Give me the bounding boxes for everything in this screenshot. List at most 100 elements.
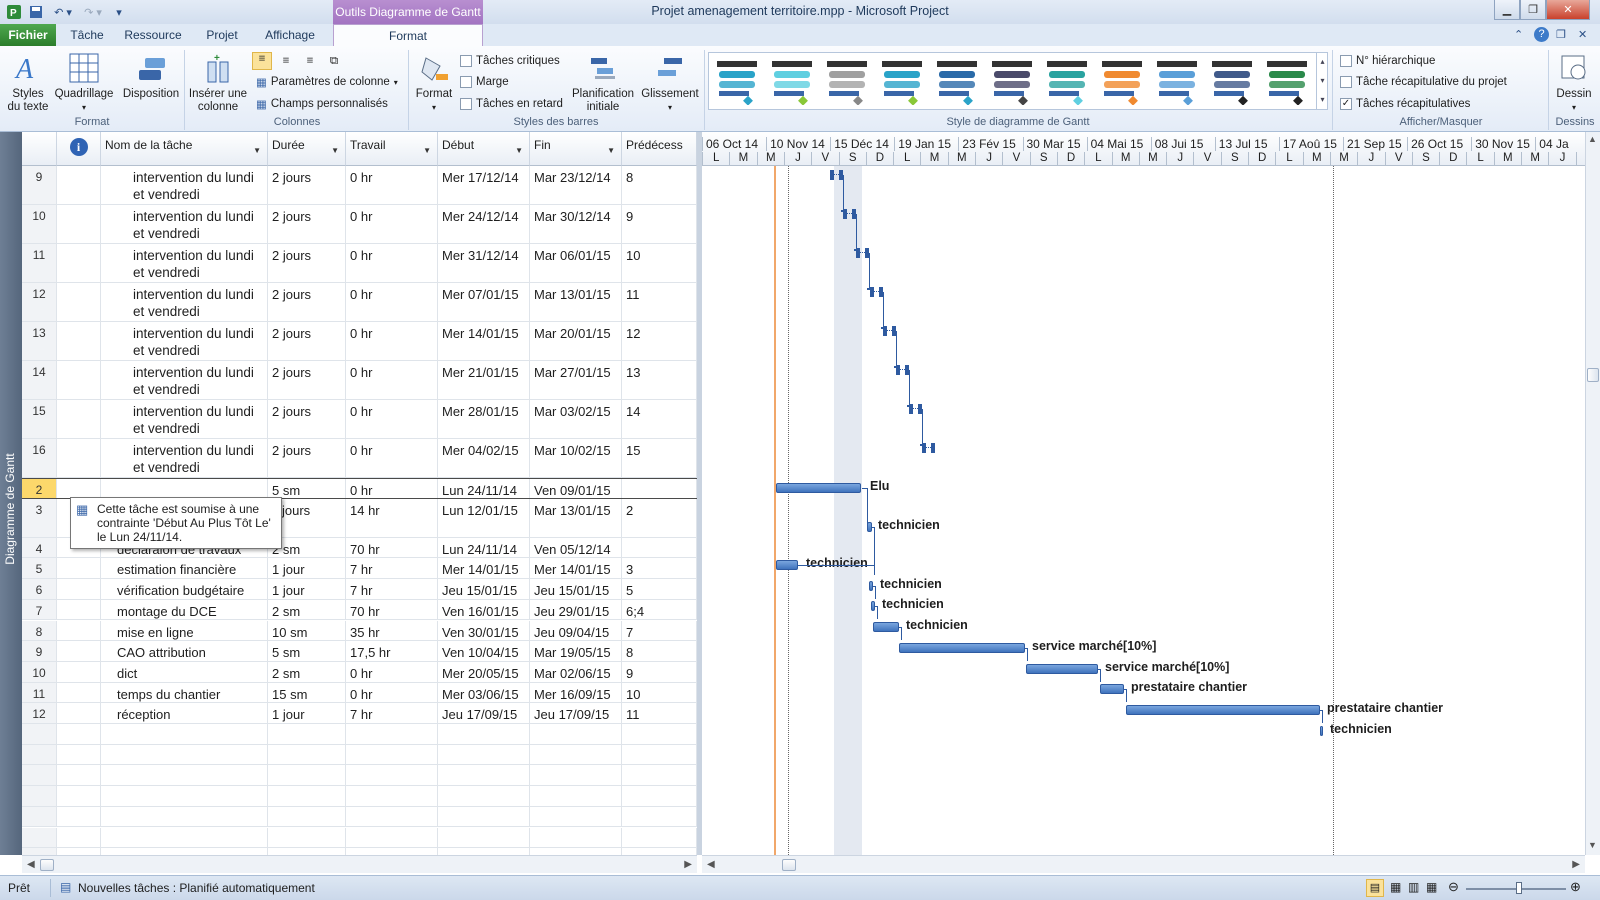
finish-cell[interactable]: Mar 10/02/15 bbox=[530, 439, 622, 477]
pred-cell[interactable]: 9 bbox=[622, 205, 697, 243]
gallery-scroll-icon[interactable]: ▴ ▾ ▾ bbox=[1316, 52, 1328, 110]
finish-cell[interactable]: Jeu 09/04/15 bbox=[530, 620, 622, 641]
table-row[interactable]: 12 intervention du lundi et vendredi 2 jou… bbox=[22, 283, 697, 322]
duration-cell[interactable]: 2 jours bbox=[268, 322, 346, 360]
start-cell[interactable]: Mer 03/06/15 bbox=[438, 682, 530, 703]
id-cell[interactable]: 5 bbox=[22, 558, 57, 579]
work-cell[interactable]: 14 hr bbox=[346, 498, 438, 537]
close-window-icon[interactable]: ✕ bbox=[1578, 28, 1587, 41]
empty-cell[interactable] bbox=[57, 848, 101, 855]
empty-cell[interactable] bbox=[101, 724, 268, 744]
outline-number-checkbox[interactable]: N° hiérarchique bbox=[1340, 52, 1435, 70]
task-bar[interactable] bbox=[899, 642, 1025, 653]
vertical-scrollbar[interactable]: ▲ ▼ bbox=[1585, 132, 1600, 855]
pred-cell[interactable]: 5 bbox=[622, 579, 697, 599]
duration-cell[interactable]: 2 sm bbox=[268, 599, 346, 620]
undo-icon[interactable]: ↶ ▾ bbox=[50, 3, 76, 21]
collapse-ribbon-icon[interactable]: ⌃ bbox=[1514, 28, 1523, 41]
table-row[interactable]: 14 intervention du lundi et vendredi 2 jou… bbox=[22, 361, 697, 400]
wrap-text-icon[interactable]: ⧉ bbox=[324, 55, 344, 68]
empty-cell[interactable] bbox=[622, 806, 697, 827]
table-row[interactable]: 10 dict 2 sm 0 hr Mer 20/05/15 Mar 02/06/15 9 bbox=[22, 661, 697, 683]
finish-cell[interactable]: Ven 05/12/14 bbox=[530, 537, 622, 558]
insert-column-button[interactable]: + Insérer une colonne bbox=[188, 52, 248, 114]
empty-row[interactable] bbox=[22, 765, 697, 787]
start-cell[interactable]: Mer 14/01/15 bbox=[438, 322, 530, 360]
empty-cell[interactable] bbox=[346, 744, 438, 765]
tab-format[interactable]: Format bbox=[333, 24, 483, 46]
gantt-style-option[interactable] bbox=[1265, 59, 1309, 106]
pred-cell[interactable] bbox=[622, 479, 697, 498]
task-bar[interactable] bbox=[776, 560, 798, 570]
name-cell[interactable]: temps du chantier bbox=[101, 682, 268, 703]
empty-cell[interactable] bbox=[57, 765, 101, 786]
name-cell[interactable]: intervention du lundi et vendredi bbox=[101, 205, 268, 243]
duration-cell[interactable]: 2 jours bbox=[268, 244, 346, 282]
work-cell[interactable]: 0 hr bbox=[346, 322, 438, 360]
work-cell[interactable]: 0 hr bbox=[346, 400, 438, 438]
duration-cell[interactable]: 2 jours bbox=[268, 439, 346, 477]
empty-cell[interactable] bbox=[346, 765, 438, 786]
pred-cell[interactable]: 2 bbox=[622, 498, 697, 537]
finish-cell[interactable]: Mar 27/01/15 bbox=[530, 361, 622, 399]
work-cell[interactable]: 7 hr bbox=[346, 579, 438, 599]
empty-cell[interactable] bbox=[22, 724, 57, 744]
id-cell[interactable]: 13 bbox=[22, 322, 57, 360]
id-cell[interactable]: 9 bbox=[22, 166, 57, 204]
empty-cell[interactable] bbox=[438, 786, 530, 806]
timescale[interactable]: 06 Oct 14 10 Nov 14 15 Déc 14 19 Jan 15 23 F… bbox=[702, 132, 1592, 166]
id-cell[interactable]: 7 bbox=[22, 599, 57, 620]
zoom-slider-thumb[interactable] bbox=[1516, 882, 1522, 894]
empty-cell[interactable] bbox=[530, 806, 622, 827]
table-row[interactable]: 15 intervention du lundi et vendredi 2 jou… bbox=[22, 400, 697, 439]
split-task-segment[interactable] bbox=[843, 209, 848, 219]
pred-cell[interactable]: 12 bbox=[622, 322, 697, 360]
indicator-cell[interactable] bbox=[57, 322, 101, 360]
empty-cell[interactable] bbox=[530, 724, 622, 744]
indicator-cell[interactable] bbox=[57, 620, 101, 641]
pred-cell[interactable]: 14 bbox=[622, 400, 697, 438]
slack-checkbox[interactable]: Marge bbox=[460, 73, 509, 91]
empty-cell[interactable] bbox=[22, 786, 57, 806]
empty-cell[interactable] bbox=[22, 827, 57, 848]
pred-cell[interactable]: 8 bbox=[622, 166, 697, 204]
empty-cell[interactable] bbox=[268, 848, 346, 855]
work-cell[interactable]: 0 hr bbox=[346, 479, 438, 498]
name-cell[interactable]: réception bbox=[101, 703, 268, 723]
id-cell[interactable]: 2 bbox=[22, 479, 57, 498]
task-bar[interactable] bbox=[1320, 725, 1323, 736]
start-column-header[interactable]: Début ▼ bbox=[438, 132, 530, 166]
task-bar[interactable] bbox=[873, 622, 899, 633]
task-bar[interactable] bbox=[1126, 704, 1320, 715]
indicator-cell[interactable] bbox=[57, 205, 101, 243]
empty-cell[interactable] bbox=[622, 848, 697, 855]
bar-format-button[interactable]: Format ▾ bbox=[412, 52, 456, 114]
summary-tasks-checkbox[interactable]: ✓ Tâches récapitulatives bbox=[1340, 95, 1470, 113]
empty-row[interactable] bbox=[22, 827, 697, 849]
help-icon[interactable]: ? bbox=[1534, 27, 1549, 42]
finish-cell[interactable]: Mar 06/01/15 bbox=[530, 244, 622, 282]
pred-cell[interactable] bbox=[622, 537, 697, 558]
indicator-cell[interactable] bbox=[57, 439, 101, 477]
work-cell[interactable]: 0 hr bbox=[346, 361, 438, 399]
finish-cell[interactable]: Mer 14/01/15 bbox=[530, 558, 622, 579]
empty-cell[interactable] bbox=[346, 786, 438, 806]
indicator-cell[interactable] bbox=[57, 641, 101, 661]
finish-cell[interactable]: Mar 13/01/15 bbox=[530, 498, 622, 537]
empty-cell[interactable] bbox=[268, 765, 346, 786]
name-cell[interactable]: mise en ligne bbox=[101, 620, 268, 641]
empty-cell[interactable] bbox=[22, 848, 57, 855]
split-task-segment[interactable] bbox=[830, 170, 834, 180]
duration-cell[interactable]: 5 sm bbox=[268, 641, 346, 661]
late-tasks-checkbox[interactable]: Tâches en retard bbox=[460, 95, 563, 113]
view-bar[interactable]: Diagramme de Gantt bbox=[0, 132, 22, 855]
gridlines-button[interactable]: Quadrillage ▾ bbox=[52, 52, 116, 114]
split-task-segment[interactable] bbox=[856, 248, 861, 258]
text-styles-button[interactable]: A Styles du texte bbox=[4, 52, 52, 114]
scroll-left-icon[interactable]: ◀ bbox=[27, 859, 35, 870]
minimize-button[interactable]: ▁ bbox=[1494, 0, 1520, 20]
filter-dropdown-icon[interactable]: ▼ bbox=[423, 146, 431, 155]
duration-cell[interactable]: 2 jours bbox=[268, 400, 346, 438]
empty-cell[interactable] bbox=[268, 786, 346, 806]
duration-cell[interactable]: 2 jours bbox=[268, 361, 346, 399]
